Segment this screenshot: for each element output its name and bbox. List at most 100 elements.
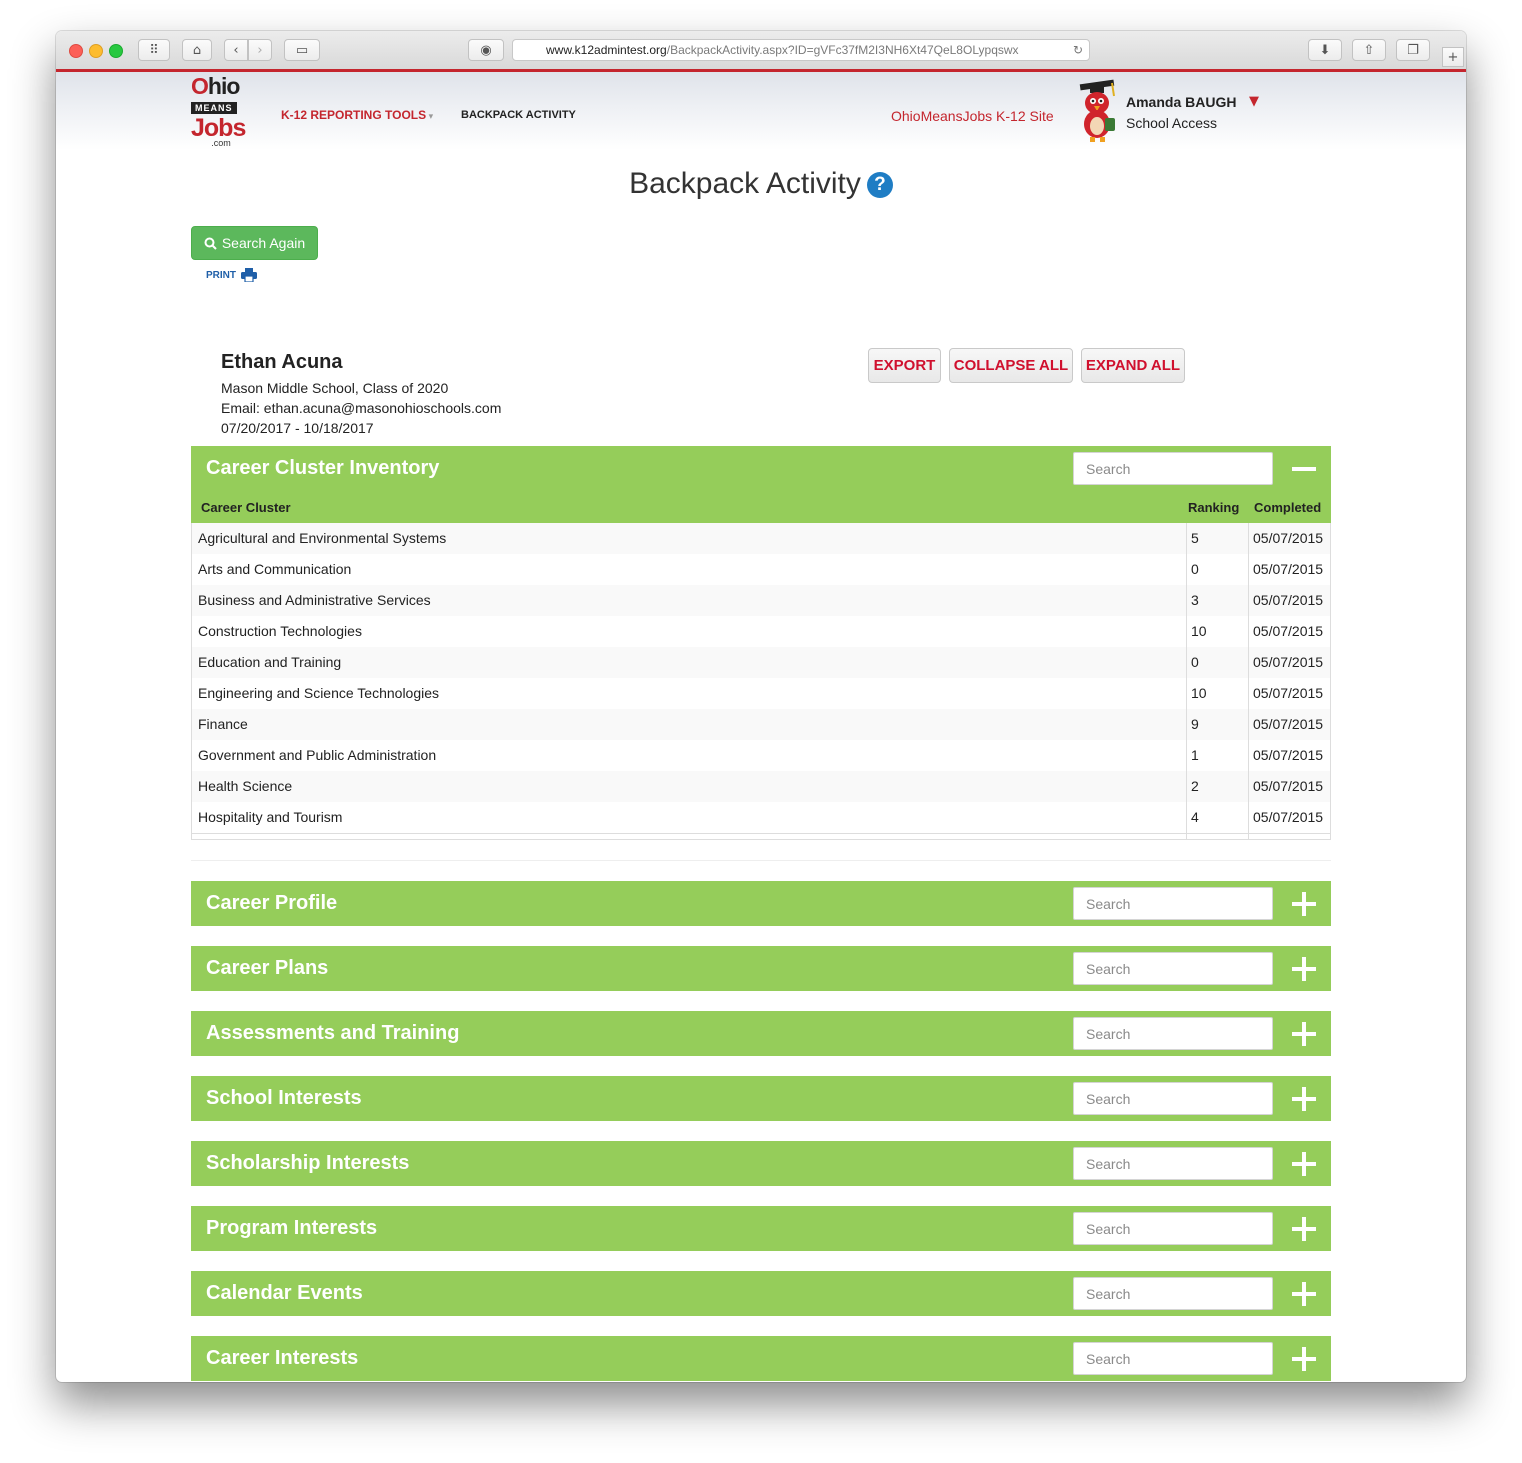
help-icon[interactable]: ? [866,172,893,198]
cell-ranking: 10 [1191,685,1207,701]
share-icon[interactable]: ⇧ [1352,39,1386,61]
student-name: Ethan Acuna [221,351,343,373]
new-tab-icon[interactable]: + [1442,47,1464,67]
site-header: Ohio MEANS Jobs .com K-12 REPORTING TOOL… [56,72,1466,150]
section-search-input[interactable] [1073,1147,1273,1180]
cell-completed: 05/07/2015 [1253,623,1324,639]
cell-cluster: Arts and Communication [198,561,352,577]
column-divider [1248,523,1249,839]
home-icon[interactable]: ⌂ [182,39,212,61]
table-row: Finance 9 05/07/2015 [192,709,1330,741]
section-search-input[interactable] [1073,452,1273,485]
expand-plus-icon[interactable] [1292,1087,1316,1111]
back-icon[interactable]: ‹ [224,39,248,61]
section-search-input[interactable] [1073,952,1273,985]
print-link[interactable]: PRINT [206,268,257,282]
section-search-input[interactable] [1073,1082,1273,1115]
section-title[interactable]: Calendar Events [206,1282,363,1305]
apps-grid-icon[interactable]: ⠿ [138,39,170,61]
expand-plus-icon[interactable] [1292,892,1316,916]
table-row: Health Science 2 05/07/2015 [192,771,1330,803]
section-school-interests: School Interests [191,1076,1331,1121]
cell-ranking: 3 [1191,592,1199,608]
user-menu-caret-icon[interactable]: ▼ [1249,94,1259,109]
table-row: Education and Training 0 05/07/2015 [192,647,1330,679]
col-header-completed[interactable]: Completed [1254,500,1321,515]
nav-backpack-activity[interactable]: BACKPACK ACTIVITY [461,109,576,121]
logo-jobs-text: Jobs [191,114,246,142]
col-header-ranking[interactable]: Ranking [1188,500,1239,515]
close-window-button[interactable] [69,44,83,58]
download-icon[interactable]: ⬇ [1308,39,1342,61]
section-title[interactable]: Assessments and Training [206,1022,459,1045]
section-title[interactable]: Career Interests [206,1347,358,1370]
cell-cluster: Engineering and Science Technologies [198,685,440,701]
section-title[interactable]: Career Plans [206,957,328,980]
cell-completed: 05/07/2015 [1253,809,1324,825]
section-search-input[interactable] [1073,1017,1273,1050]
student-email: Email: ethan.acuna@masonohioschools.com [221,400,502,416]
cell-completed: 05/07/2015 [1253,561,1324,577]
forward-icon[interactable]: › [248,39,272,61]
tabs-overview-icon[interactable]: ❐ [1396,39,1430,61]
section-title[interactable]: Career Cluster Inventory [206,457,439,480]
section-scholarship-interests: Scholarship Interests [191,1141,1331,1186]
career-cluster-table-header: Career Cluster Ranking Completed [191,491,1331,523]
cell-cluster: Agricultural and Environmental Systems [198,530,447,546]
cell-cluster: Construction Technologies [198,623,362,639]
printer-icon [241,268,257,282]
section-title[interactable]: Scholarship Interests [206,1152,409,1175]
user-role: School Access [1126,115,1218,131]
section-search-input[interactable] [1073,1277,1273,1310]
section-title[interactable]: School Interests [206,1087,362,1110]
table-row: Hospitality and Tourism 4 05/07/2015 [192,802,1330,834]
user-name[interactable]: Amanda BAUGH [1126,94,1236,110]
expand-plus-icon[interactable] [1292,1347,1316,1371]
expand-plus-icon[interactable] [1292,1152,1316,1176]
section-search-input[interactable] [1073,1342,1273,1375]
expand-plus-icon[interactable] [1292,1282,1316,1306]
reload-icon[interactable]: ↻ [1073,40,1083,60]
k12-site-link[interactable]: OhioMeansJobs K-12 Site [891,108,1054,124]
section-program-interests: Program Interests [191,1206,1331,1251]
section-career-profile: Career Profile [191,881,1331,926]
collapse-all-button[interactable]: COLLAPSE ALL [949,348,1073,383]
expand-plus-icon[interactable] [1292,957,1316,981]
export-button[interactable]: EXPORT [868,348,941,383]
section-search-input[interactable] [1073,887,1273,920]
print-label: PRINT [206,269,236,281]
section-career-interests: Career Interests [191,1336,1331,1381]
student-school: Mason Middle School, Class of 2020 [221,380,449,396]
address-bar[interactable]: www.k12admintest.org/BackpackActivity.as… [512,39,1090,61]
browser-toolbar: ⠿ ⌂ ‹ › ▭ ◉ www.k12admintest.org/Backpac… [56,31,1466,72]
career-cluster-table: Agricultural and Environmental Systems 5 0… [191,523,1331,840]
nav-k12-reporting-tools[interactable]: K-12 REPORTING TOOLS ▾ [281,108,433,122]
section-title[interactable]: Program Interests [206,1217,377,1240]
cell-ranking: 4 [1191,809,1199,825]
section-search-input[interactable] [1073,1212,1273,1245]
ohiomeansjobs-logo[interactable]: Ohio MEANS Jobs .com [191,73,257,148]
expand-plus-icon[interactable] [1292,1022,1316,1046]
expand-plus-icon[interactable] [1292,1217,1316,1241]
zoom-window-button[interactable] [109,44,123,58]
sidebar-icon[interactable]: ▭ [284,39,320,61]
cell-ranking: 2 [1191,778,1199,794]
cell-ranking: 1 [1191,747,1199,763]
url-domain: www.k12admintest.org [546,43,667,57]
cell-ranking: 9 [1191,716,1199,732]
cell-ranking: 0 [1191,654,1199,670]
expand-all-button[interactable]: EXPAND ALL [1081,348,1185,383]
section-assessments-and-training: Assessments and Training [191,1011,1331,1056]
col-header-career-cluster[interactable]: Career Cluster [201,500,291,515]
logo-ohio-text: Ohio [191,73,240,99]
section-career-cluster-inventory: Career Cluster Inventory [191,446,1331,491]
search-again-button[interactable]: Search Again [191,226,318,260]
table-row: Construction Technologies 10 05/07/2015 [192,616,1330,648]
cell-cluster: Finance [198,716,248,732]
caret-down-icon: ▾ [426,111,434,121]
reader-icon[interactable]: ◉ [468,39,504,61]
minimize-window-button[interactable] [89,44,103,58]
collapse-minus-icon[interactable] [1292,457,1316,481]
logo-means-text: MEANS [191,102,237,114]
section-title[interactable]: Career Profile [206,892,337,915]
